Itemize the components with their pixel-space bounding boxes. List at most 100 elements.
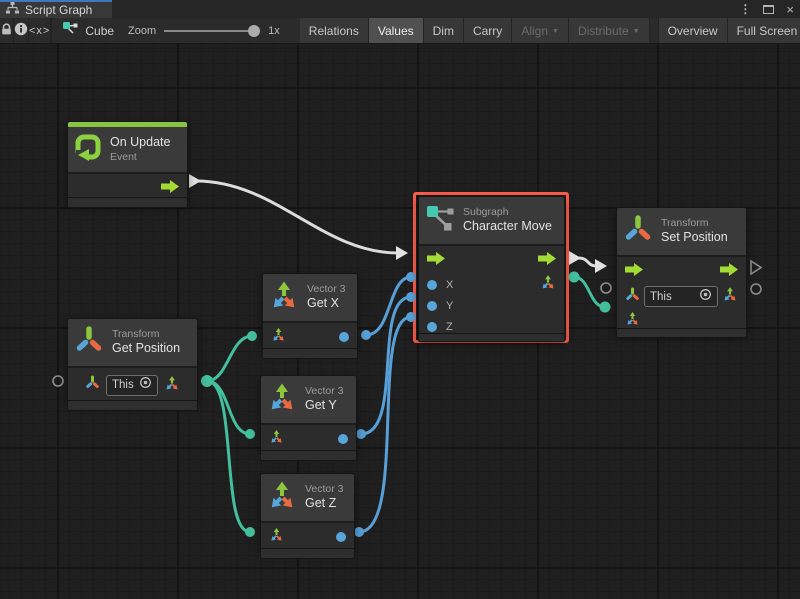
object-picker-icon[interactable] — [699, 288, 712, 306]
port-label-z: Z — [446, 321, 453, 333]
flow-input-port[interactable] — [427, 252, 445, 270]
chevron-down-icon: ▼ — [552, 28, 559, 35]
script-graph-icon — [62, 21, 78, 40]
float-input-port-z[interactable] — [427, 322, 437, 332]
flow-input-port[interactable] — [625, 263, 643, 281]
node-get-position[interactable]: Transform Get Position This — [67, 318, 198, 403]
node-footer — [260, 548, 355, 559]
vector3-input-port-icon[interactable] — [271, 327, 286, 347]
float-output-port[interactable] — [338, 434, 348, 444]
node-footer — [262, 348, 358, 359]
node-footer — [67, 400, 198, 411]
zoom-slider-track — [164, 30, 260, 32]
info-icon — [14, 22, 28, 39]
graph-target-breadcrumb[interactable]: Cube — [52, 18, 128, 43]
vector3-output-port-icon[interactable] — [722, 286, 738, 307]
window-menu-icon[interactable]: ⋮ — [739, 3, 751, 15]
lock-icon — [0, 23, 13, 39]
toolbar-button-values[interactable]: Values — [369, 18, 424, 43]
node-title: Get Position — [112, 341, 180, 357]
node-title: Character Move — [463, 219, 552, 235]
this-target-field[interactable]: This — [644, 286, 718, 307]
graph-toolbar: <x> Cube Zoom 1x Relatio — [0, 18, 800, 44]
subgraph-icon — [425, 203, 455, 238]
flow-output-port[interactable] — [538, 252, 556, 270]
zoom-label: Zoom — [128, 25, 156, 37]
port-label-y: Y — [446, 300, 453, 312]
flow-output-port[interactable] — [720, 263, 738, 281]
vector3-icon — [267, 382, 297, 417]
node-set-position[interactable]: Transform Set Position — [616, 207, 747, 335]
graph-hierarchy-icon — [6, 1, 19, 19]
tab-script-graph[interactable]: Script Graph — [0, 0, 112, 18]
chevron-down-icon: ▼ — [633, 28, 640, 35]
vector3-input-port-icon[interactable] — [269, 429, 284, 449]
transform-icon — [74, 325, 104, 360]
node-header[interactable]: Vector 3 Get X — [263, 274, 357, 323]
node-header[interactable]: Transform Set Position — [617, 208, 746, 257]
flow-output-port[interactable] — [161, 180, 179, 198]
port-label-x: X — [446, 279, 453, 291]
maximize-icon[interactable] — [763, 5, 774, 14]
node-title: Get Z — [305, 496, 344, 512]
tab-title: Script Graph — [25, 3, 92, 17]
vector3-icon — [267, 480, 297, 515]
float-input-port-y[interactable] — [427, 301, 437, 311]
node-header[interactable]: Transform Get Position — [68, 319, 197, 368]
toolbar-button-dim[interactable]: Dim — [424, 18, 464, 43]
code-icon: <x> — [29, 25, 50, 37]
float-output-port[interactable] — [336, 532, 346, 542]
node-footer — [260, 450, 357, 461]
vector3-icon — [269, 280, 299, 315]
toolbar-button-full-screen[interactable]: Full Screen — [728, 18, 800, 43]
toolbar-button-align[interactable]: Align ▼ — [512, 18, 569, 43]
node-type-label: Vector 3 — [305, 385, 344, 398]
lock-button[interactable] — [0, 18, 14, 43]
transform-icon — [623, 214, 653, 249]
node-type-label: Transform — [661, 217, 728, 230]
toolbar-button-overview[interactable]: Overview — [658, 18, 728, 43]
node-get-y[interactable]: Vector 3 Get Y — [260, 375, 357, 453]
node-header[interactable]: Subgraph Character Move — [419, 197, 564, 246]
node-subtitle: Event — [110, 151, 170, 164]
node-footer — [616, 328, 747, 338]
node-title: On Update — [110, 135, 170, 151]
node-footer — [67, 197, 188, 208]
toolbar-button-distribute[interactable]: Distribute ▼ — [569, 18, 650, 43]
info-button[interactable] — [14, 18, 29, 43]
node-type-label: Transform — [112, 328, 180, 341]
node-type-label: Vector 3 — [305, 483, 344, 496]
close-icon[interactable]: × — [786, 3, 794, 16]
graph-target-label: Cube — [85, 24, 114, 38]
object-picker-icon[interactable] — [139, 376, 152, 394]
transform-port-icon[interactable] — [625, 287, 640, 307]
vector3-input-port-icon[interactable] — [269, 527, 284, 547]
node-title: Get X — [307, 296, 346, 312]
toolbar-buttons: Relations Values Dim Carry Align ▼ Distr… — [300, 18, 800, 43]
this-target-field[interactable]: This — [106, 375, 158, 396]
zoom-value: 1x — [268, 25, 280, 37]
vector3-output-port-icon[interactable] — [164, 375, 180, 396]
node-title: Set Position — [661, 230, 728, 246]
node-header[interactable]: On Update Event — [68, 127, 187, 174]
node-header[interactable]: Vector 3 Get Z — [261, 474, 354, 523]
edit-source-button[interactable]: <x> — [29, 18, 51, 43]
toolbar-button-carry[interactable]: Carry — [464, 18, 512, 43]
loop-event-icon — [74, 133, 102, 166]
zoom-slider[interactable] — [164, 18, 260, 44]
node-get-z[interactable]: Vector 3 Get Z — [260, 473, 355, 551]
node-header[interactable]: Vector 3 Get Y — [261, 376, 356, 425]
float-output-port[interactable] — [339, 332, 349, 342]
node-get-x[interactable]: Vector 3 Get X — [262, 273, 358, 351]
float-input-port-x[interactable] — [427, 280, 437, 290]
node-on-update[interactable]: On Update Event — [67, 121, 188, 204]
tab-bar: Script Graph ⋮ × — [0, 0, 800, 18]
script-graph-window: Script Graph ⋮ × — [0, 0, 800, 599]
transform-port-icon[interactable] — [85, 375, 100, 395]
vector3-output-port-icon[interactable] — [540, 274, 556, 295]
node-character-move[interactable]: Subgraph Character Move X — [418, 196, 565, 342]
node-type-label: Subgraph — [463, 206, 552, 219]
toolbar-button-relations[interactable]: Relations — [300, 18, 369, 43]
node-type-label: Vector 3 — [307, 283, 346, 296]
zoom-slider-handle[interactable] — [248, 25, 260, 37]
